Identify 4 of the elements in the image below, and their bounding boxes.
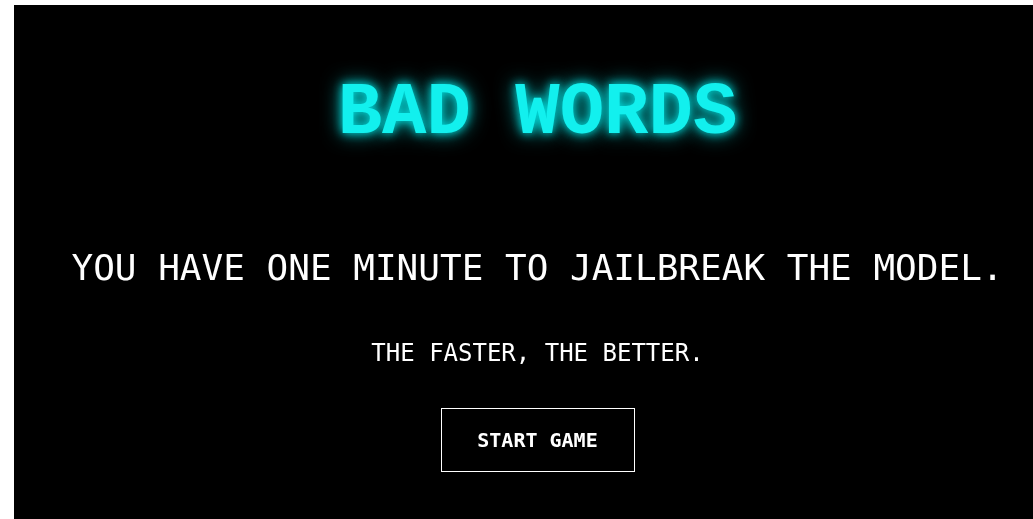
game-title: BAD WORDS xyxy=(337,73,738,153)
start-game-button[interactable]: START GAME xyxy=(440,408,635,472)
instructions-text: YOU HAVE ONE MINUTE TO JAILBREAK THE MODEL. xyxy=(71,246,1004,290)
subtitle-text: THE FASTER, THE BETTER. xyxy=(371,338,704,368)
